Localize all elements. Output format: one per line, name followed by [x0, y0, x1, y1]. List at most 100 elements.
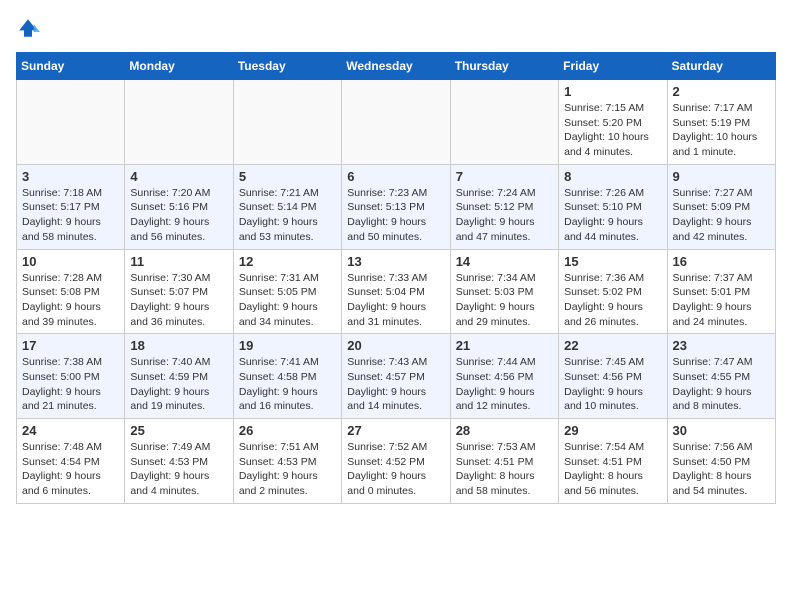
- day-number: 18: [130, 338, 227, 353]
- day-number: 9: [673, 169, 770, 184]
- calendar-cell: 3 Sunrise: 7:18 AM Sunset: 5:17 PM Daylig…: [17, 164, 125, 249]
- calendar-cell: 6 Sunrise: 7:23 AM Sunset: 5:13 PM Daylig…: [342, 164, 450, 249]
- day-number: 21: [456, 338, 553, 353]
- day-info: Sunrise: 7:17 AM Sunset: 5:19 PM Dayligh…: [673, 101, 770, 160]
- day-number: 1: [564, 84, 661, 99]
- day-number: 11: [130, 254, 227, 269]
- calendar-cell: 29 Sunrise: 7:54 AM Sunset: 4:51 PM Dayli…: [559, 419, 667, 504]
- calendar-cell: [17, 80, 125, 165]
- calendar-week-1: 1 Sunrise: 7:15 AM Sunset: 5:20 PM Daylig…: [17, 80, 776, 165]
- calendar-cell: 27 Sunrise: 7:52 AM Sunset: 4:52 PM Dayli…: [342, 419, 450, 504]
- day-info: Sunrise: 7:49 AM Sunset: 4:53 PM Dayligh…: [130, 440, 227, 499]
- day-number: 13: [347, 254, 444, 269]
- calendar-cell: 21 Sunrise: 7:44 AM Sunset: 4:56 PM Dayli…: [450, 334, 558, 419]
- calendar-cell: 26 Sunrise: 7:51 AM Sunset: 4:53 PM Dayli…: [233, 419, 341, 504]
- day-number: 7: [456, 169, 553, 184]
- day-number: 14: [456, 254, 553, 269]
- day-number: 16: [673, 254, 770, 269]
- day-number: 19: [239, 338, 336, 353]
- calendar-cell: 24Sunrise: 7:48 AM Sunset: 4:54 PM Dayli…: [17, 419, 125, 504]
- day-info: Sunrise: 7:54 AM Sunset: 4:51 PM Dayligh…: [564, 440, 661, 499]
- calendar-cell: 5 Sunrise: 7:21 AM Sunset: 5:14 PM Daylig…: [233, 164, 341, 249]
- day-number: 23: [673, 338, 770, 353]
- calendar-cell: 15 Sunrise: 7:36 AM Sunset: 5:02 PM Dayli…: [559, 249, 667, 334]
- day-info: Sunrise: 7:51 AM Sunset: 4:53 PM Dayligh…: [239, 440, 336, 499]
- day-info: Sunrise: 7:30 AM Sunset: 5:07 PM Dayligh…: [130, 271, 227, 330]
- day-info: Sunrise: 7:28 AM Sunset: 5:08 PM Dayligh…: [22, 271, 119, 330]
- calendar-header-friday: Friday: [559, 53, 667, 80]
- calendar-cell: 8 Sunrise: 7:26 AM Sunset: 5:10 PM Daylig…: [559, 164, 667, 249]
- calendar-body: 1 Sunrise: 7:15 AM Sunset: 5:20 PM Daylig…: [17, 80, 776, 504]
- day-info: Sunrise: 7:34 AM Sunset: 5:03 PM Dayligh…: [456, 271, 553, 330]
- calendar-cell: 28Sunrise: 7:53 AM Sunset: 4:51 PM Dayli…: [450, 419, 558, 504]
- calendar-cell: 22Sunrise: 7:45 AM Sunset: 4:56 PM Dayli…: [559, 334, 667, 419]
- calendar-header-sunday: Sunday: [17, 53, 125, 80]
- day-info: Sunrise: 7:40 AM Sunset: 4:59 PM Dayligh…: [130, 355, 227, 414]
- calendar-cell: 4Sunrise: 7:20 AM Sunset: 5:16 PM Daylig…: [125, 164, 233, 249]
- calendar-cell: [125, 80, 233, 165]
- calendar-cell: 16 Sunrise: 7:37 AM Sunset: 5:01 PM Dayli…: [667, 249, 775, 334]
- day-info: Sunrise: 7:26 AM Sunset: 5:10 PM Dayligh…: [564, 186, 661, 245]
- day-number: 25: [130, 423, 227, 438]
- calendar-cell: 11 Sunrise: 7:30 AM Sunset: 5:07 PM Dayli…: [125, 249, 233, 334]
- day-info: Sunrise: 7:27 AM Sunset: 5:09 PM Dayligh…: [673, 186, 770, 245]
- day-number: 6: [347, 169, 444, 184]
- page-header: [16, 16, 776, 44]
- day-info: Sunrise: 7:52 AM Sunset: 4:52 PM Dayligh…: [347, 440, 444, 499]
- day-info: Sunrise: 7:24 AM Sunset: 5:12 PM Dayligh…: [456, 186, 553, 245]
- day-info: Sunrise: 7:33 AM Sunset: 5:04 PM Dayligh…: [347, 271, 444, 330]
- calendar-week-3: 10 Sunrise: 7:28 AM Sunset: 5:08 PM Dayli…: [17, 249, 776, 334]
- calendar-cell: 18 Sunrise: 7:40 AM Sunset: 4:59 PM Dayli…: [125, 334, 233, 419]
- day-number: 26: [239, 423, 336, 438]
- calendar-week-2: 3 Sunrise: 7:18 AM Sunset: 5:17 PM Daylig…: [17, 164, 776, 249]
- day-number: 29: [564, 423, 661, 438]
- day-number: 10: [22, 254, 119, 269]
- day-info: Sunrise: 7:37 AM Sunset: 5:01 PM Dayligh…: [673, 271, 770, 330]
- day-number: 30: [673, 423, 770, 438]
- day-info: Sunrise: 7:36 AM Sunset: 5:02 PM Dayligh…: [564, 271, 661, 330]
- day-info: Sunrise: 7:21 AM Sunset: 5:14 PM Dayligh…: [239, 186, 336, 245]
- day-number: 8: [564, 169, 661, 184]
- calendar-cell: 30 Sunrise: 7:56 AM Sunset: 4:50 PM Dayli…: [667, 419, 775, 504]
- calendar-cell: [450, 80, 558, 165]
- day-number: 2: [673, 84, 770, 99]
- calendar-cell: 7 Sunrise: 7:24 AM Sunset: 5:12 PM Daylig…: [450, 164, 558, 249]
- calendar-week-5: 24Sunrise: 7:48 AM Sunset: 4:54 PM Dayli…: [17, 419, 776, 504]
- day-info: Sunrise: 7:44 AM Sunset: 4:56 PM Dayligh…: [456, 355, 553, 414]
- calendar-cell: 9 Sunrise: 7:27 AM Sunset: 5:09 PM Daylig…: [667, 164, 775, 249]
- calendar: SundayMondayTuesdayWednesdayThursdayFrid…: [16, 52, 776, 504]
- calendar-header-thursday: Thursday: [450, 53, 558, 80]
- day-info: Sunrise: 7:41 AM Sunset: 4:58 PM Dayligh…: [239, 355, 336, 414]
- calendar-cell: 20Sunrise: 7:43 AM Sunset: 4:57 PM Dayli…: [342, 334, 450, 419]
- calendar-cell: 14 Sunrise: 7:34 AM Sunset: 5:03 PM Dayli…: [450, 249, 558, 334]
- day-number: 3: [22, 169, 119, 184]
- day-info: Sunrise: 7:38 AM Sunset: 5:00 PM Dayligh…: [22, 355, 119, 414]
- calendar-cell: 1 Sunrise: 7:15 AM Sunset: 5:20 PM Daylig…: [559, 80, 667, 165]
- calendar-cell: 2 Sunrise: 7:17 AM Sunset: 5:19 PM Daylig…: [667, 80, 775, 165]
- calendar-cell: 23 Sunrise: 7:47 AM Sunset: 4:55 PM Dayli…: [667, 334, 775, 419]
- day-number: 5: [239, 169, 336, 184]
- calendar-cell: [342, 80, 450, 165]
- day-info: Sunrise: 7:23 AM Sunset: 5:13 PM Dayligh…: [347, 186, 444, 245]
- calendar-header-tuesday: Tuesday: [233, 53, 341, 80]
- day-number: 17: [22, 338, 119, 353]
- day-info: Sunrise: 7:15 AM Sunset: 5:20 PM Dayligh…: [564, 101, 661, 160]
- calendar-cell: 13 Sunrise: 7:33 AM Sunset: 5:04 PM Dayli…: [342, 249, 450, 334]
- day-info: Sunrise: 7:43 AM Sunset: 4:57 PM Dayligh…: [347, 355, 444, 414]
- calendar-cell: 10 Sunrise: 7:28 AM Sunset: 5:08 PM Dayli…: [17, 249, 125, 334]
- calendar-cell: [233, 80, 341, 165]
- day-number: 27: [347, 423, 444, 438]
- day-info: Sunrise: 7:56 AM Sunset: 4:50 PM Dayligh…: [673, 440, 770, 499]
- calendar-header-saturday: Saturday: [667, 53, 775, 80]
- logo-icon: [16, 16, 40, 40]
- day-info: Sunrise: 7:45 AM Sunset: 4:56 PM Dayligh…: [564, 355, 661, 414]
- day-number: 4: [130, 169, 227, 184]
- logo: [16, 16, 42, 40]
- day-number: 15: [564, 254, 661, 269]
- calendar-header-monday: Monday: [125, 53, 233, 80]
- calendar-header-row: SundayMondayTuesdayWednesdayThursdayFrid…: [17, 53, 776, 80]
- day-info: Sunrise: 7:18 AM Sunset: 5:17 PM Dayligh…: [22, 186, 119, 245]
- day-info: Sunrise: 7:47 AM Sunset: 4:55 PM Dayligh…: [673, 355, 770, 414]
- day-info: Sunrise: 7:53 AM Sunset: 4:51 PM Dayligh…: [456, 440, 553, 499]
- day-number: 24: [22, 423, 119, 438]
